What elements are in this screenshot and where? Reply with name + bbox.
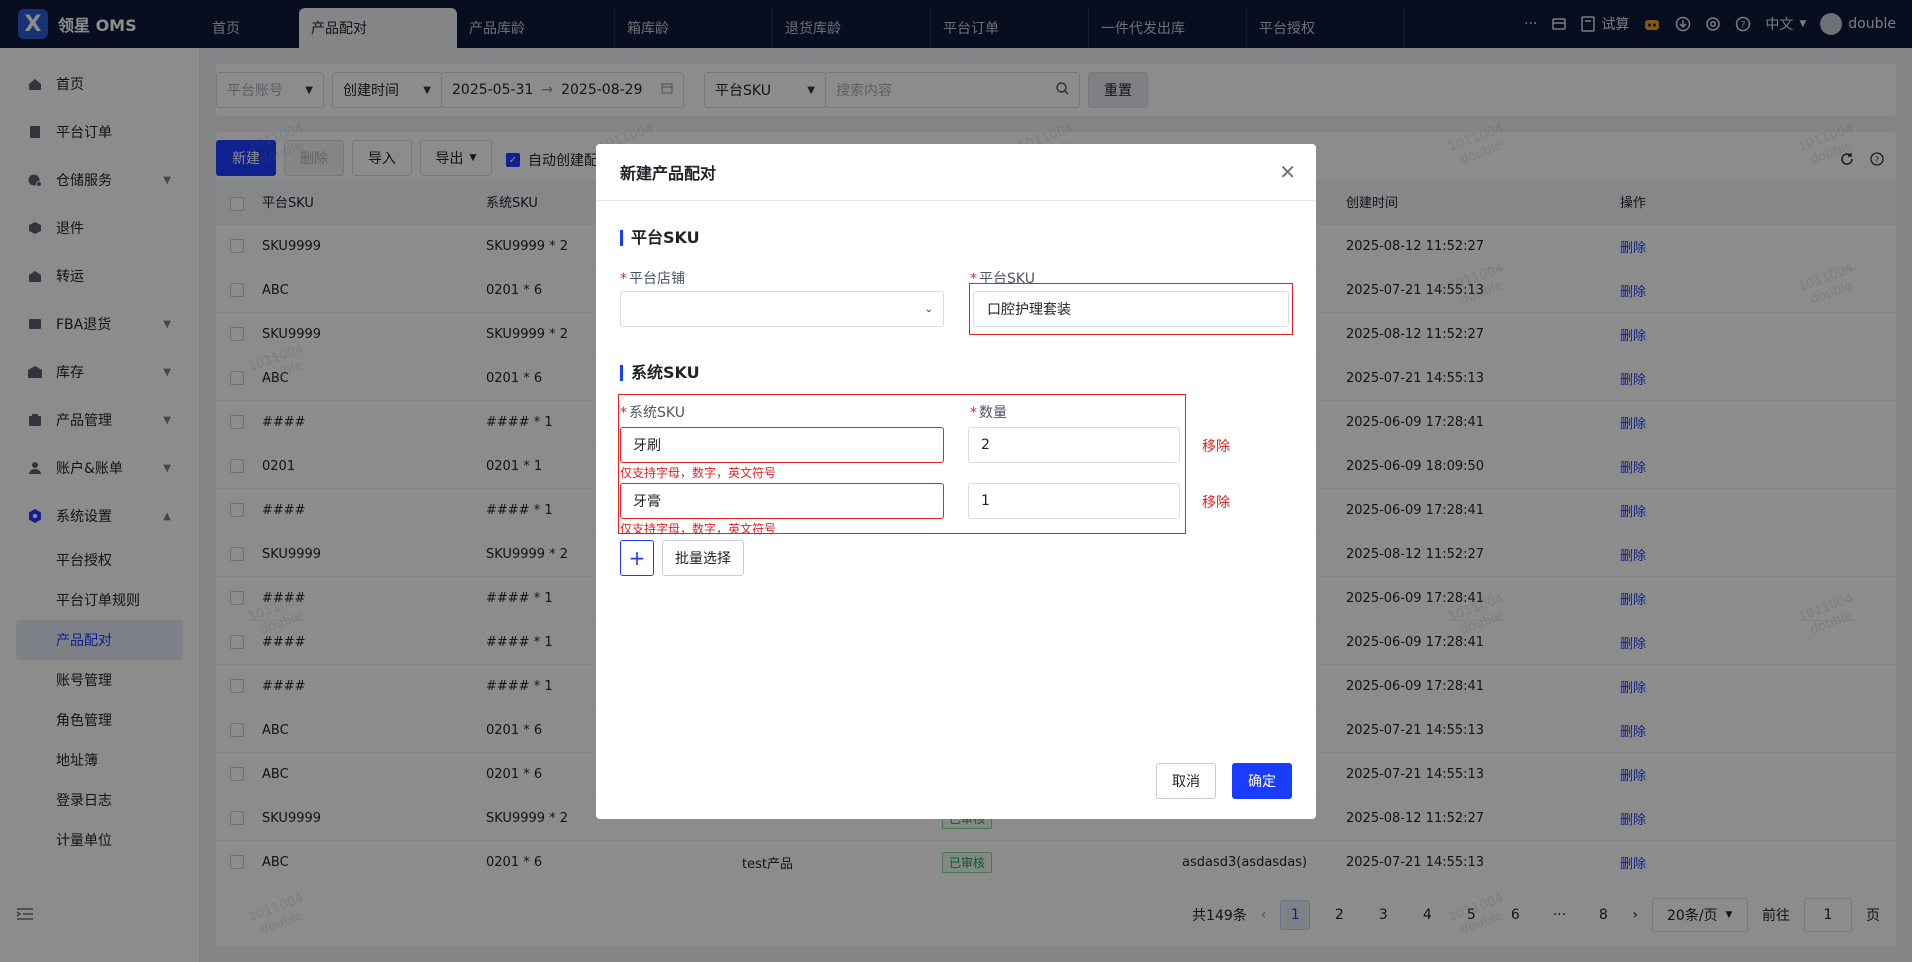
required-mark: *: [620, 405, 627, 421]
required-mark: *: [620, 271, 627, 287]
dialog-title: 新建产品配对: [596, 144, 1316, 201]
section-platform-sku: 平台SKU: [620, 230, 700, 246]
platform-sku-input[interactable]: 口腔护理套装: [973, 291, 1289, 327]
shop-label: * 平台店铺: [620, 268, 685, 288]
system-sku-input[interactable]: 牙刷: [620, 427, 944, 463]
required-mark: *: [970, 405, 977, 421]
shop-label-text: 平台店铺: [629, 271, 685, 287]
remove-row-button[interactable]: 移除: [1202, 492, 1230, 512]
chevron-down-icon: ⌄: [924, 303, 933, 315]
sys-sku-label: * 系统SKU: [620, 402, 685, 422]
qty-label-text: 数量: [979, 405, 1007, 421]
batch-select-button[interactable]: 批量选择: [662, 540, 744, 576]
sku-error-text: 仅支持字母，数字，英文符号: [620, 466, 777, 480]
system-sku-input[interactable]: 牙膏: [620, 483, 944, 519]
sku-error-text: 仅支持字母，数字，英文符号: [620, 522, 777, 536]
close-icon[interactable]: ✕: [1279, 162, 1296, 182]
remove-row-button[interactable]: 移除: [1202, 436, 1230, 456]
qty-label: * 数量: [970, 402, 1007, 422]
platform-shop-select[interactable]: ⌄: [620, 291, 944, 327]
confirm-button[interactable]: 确定: [1232, 763, 1292, 799]
add-row-button[interactable]: +: [620, 540, 654, 576]
quantity-input[interactable]: 1: [968, 483, 1180, 519]
quantity-input[interactable]: 2: [968, 427, 1180, 463]
cancel-button[interactable]: 取消: [1156, 763, 1216, 799]
section-system-sku: 系统SKU: [620, 365, 700, 381]
sys-sku-label-text: 系统SKU: [629, 405, 685, 421]
new-pairing-dialog: 新建产品配对 ✕ 平台SKU * 平台店铺 ⌄ * 平台SKU 口腔护理套装 系统S…: [596, 144, 1316, 819]
